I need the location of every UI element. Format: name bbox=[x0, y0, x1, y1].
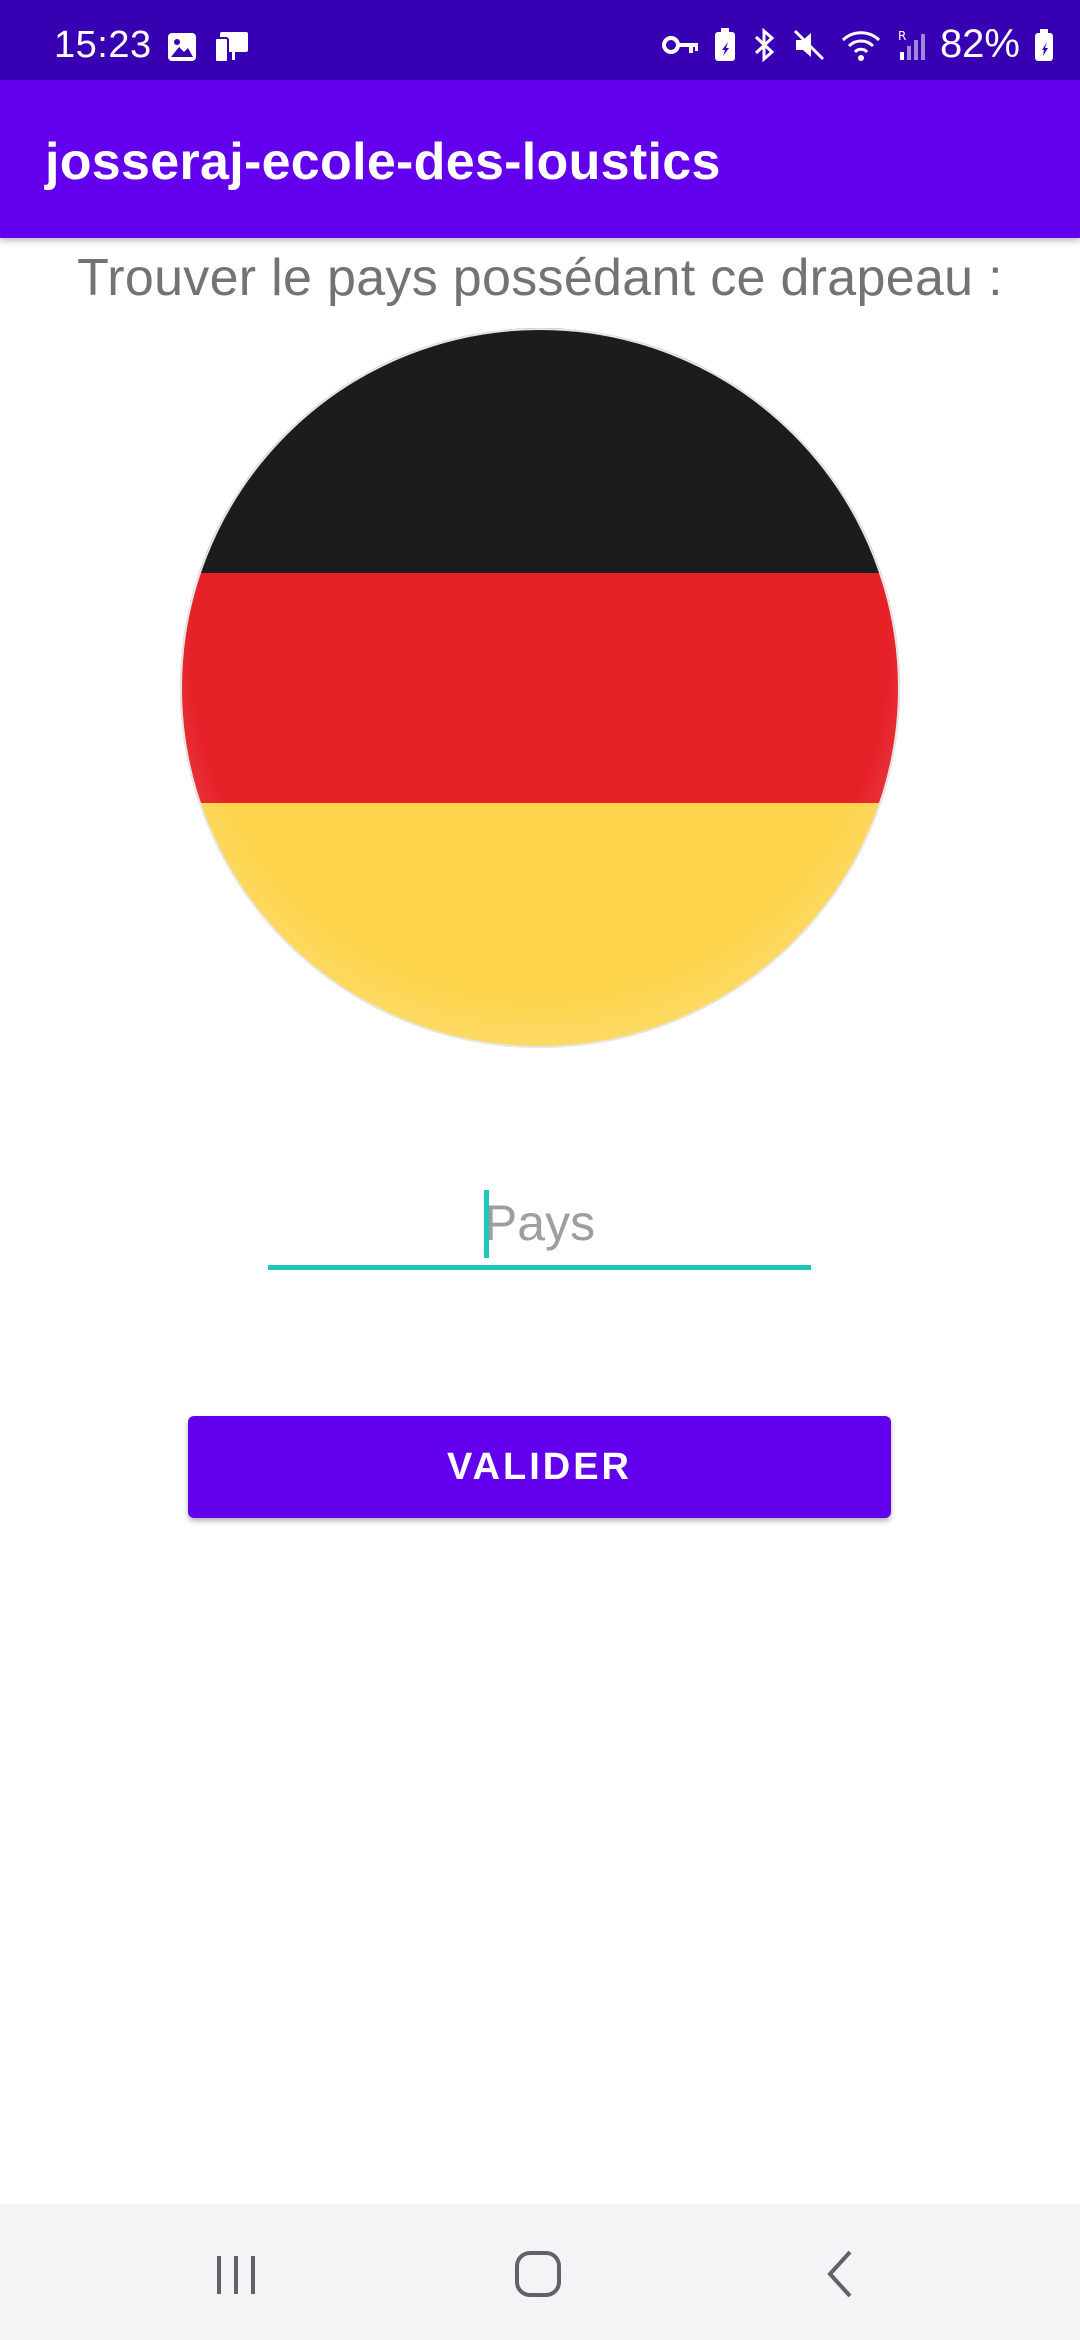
wifi-icon bbox=[841, 30, 880, 61]
battery-percent: 82% bbox=[939, 22, 1020, 66]
gallery-icon bbox=[168, 33, 196, 61]
recents-button[interactable] bbox=[196, 2242, 276, 2306]
device-icon bbox=[214, 32, 248, 63]
app-bar: josseraj-ecole-des-loustics bbox=[0, 80, 1080, 238]
signal-icon: R bbox=[898, 29, 925, 60]
status-time: 15:23 bbox=[54, 24, 152, 66]
svg-text:R: R bbox=[898, 29, 906, 43]
home-icon bbox=[515, 2251, 561, 2297]
status-right-icons: R 82% bbox=[661, 22, 1054, 67]
back-button[interactable] bbox=[802, 2242, 882, 2306]
question-text: Trouver le pays possédant ce drapeau : bbox=[77, 249, 1003, 307]
recents-icon bbox=[217, 2256, 255, 2294]
country-input-field[interactable] bbox=[268, 1180, 811, 1270]
country-input[interactable] bbox=[268, 1180, 811, 1265]
vpn-key-icon bbox=[661, 35, 698, 54]
back-icon bbox=[827, 2250, 852, 2298]
navigation-bar bbox=[0, 2204, 1080, 2340]
mute-icon bbox=[793, 29, 824, 60]
status-bar: 15:23 R 82% bbox=[0, 0, 1080, 80]
validate-button[interactable]: VALIDER bbox=[188, 1416, 891, 1518]
home-button[interactable] bbox=[498, 2242, 578, 2306]
battery-saver-icon bbox=[714, 27, 735, 61]
status-left-icons bbox=[166, 30, 252, 64]
screen: 15:23 R 82% josseraj-ecole-des-loustics … bbox=[0, 0, 1080, 2340]
text-cursor bbox=[484, 1190, 489, 1258]
battery-icon bbox=[1035, 28, 1053, 61]
app-title: josseraj-ecole-des-loustics bbox=[45, 133, 721, 191]
bluetooth-icon bbox=[754, 27, 775, 62]
germany-flag-icon bbox=[180, 328, 900, 1048]
